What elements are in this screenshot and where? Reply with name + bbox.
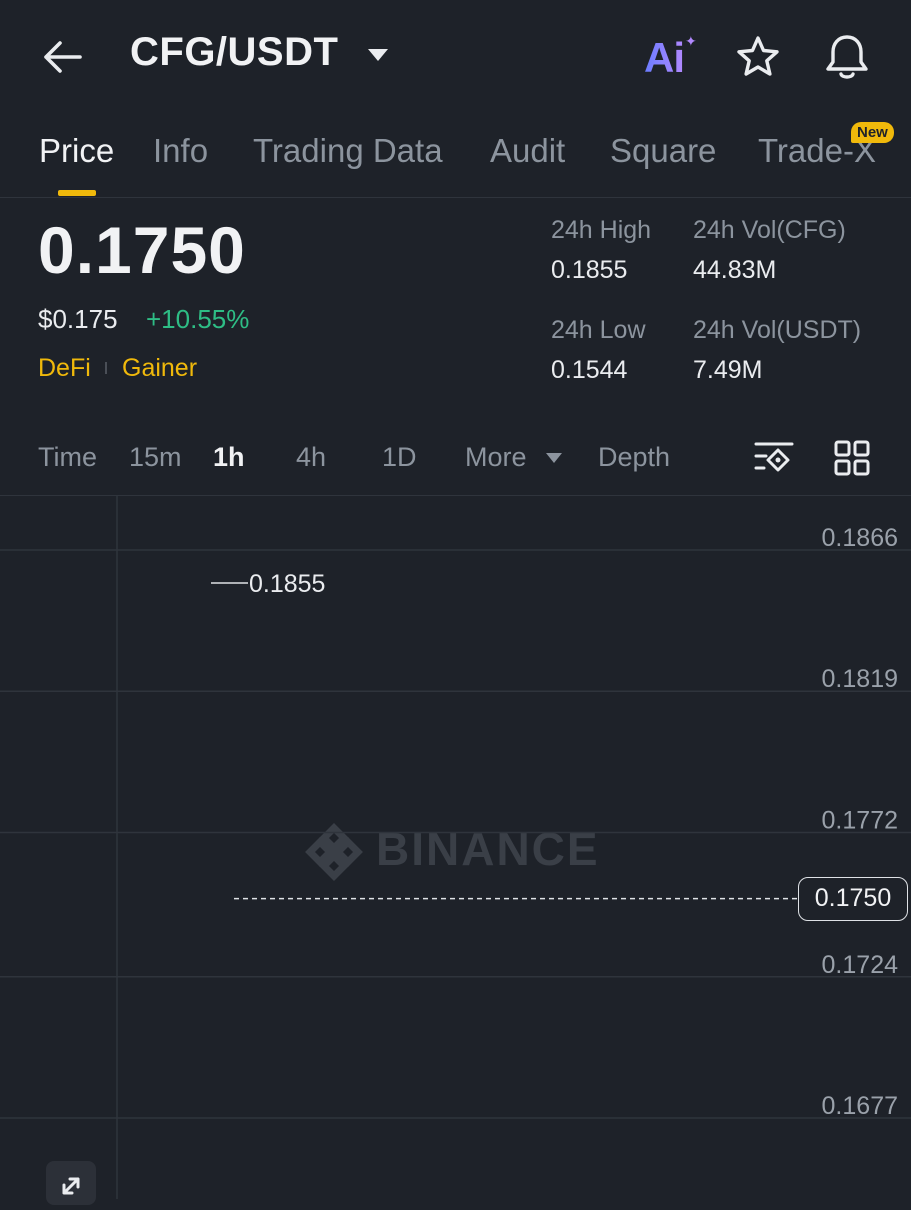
chevron-down-icon[interactable]	[545, 452, 563, 464]
divider	[0, 197, 911, 198]
tab-info[interactable]: Info	[153, 132, 208, 170]
tab-active-indicator	[58, 190, 96, 196]
interval-time[interactable]: Time	[38, 442, 97, 473]
tab-trading-data[interactable]: Trading Data	[253, 132, 443, 170]
y-axis-tick-label: 0.1724	[822, 951, 899, 979]
y-axis-tick-label: 0.1819	[822, 665, 898, 693]
indicator-settings-icon[interactable]	[754, 440, 794, 476]
expand-icon	[62, 1177, 80, 1195]
grid-layout-icon[interactable]	[834, 440, 870, 476]
stat-24h-high-value: 0.1855	[551, 256, 628, 284]
y-axis-tick-label: 0.1677	[822, 1092, 898, 1120]
tab-square[interactable]: Square	[610, 132, 716, 170]
stat-24h-low-value: 0.1544	[551, 356, 628, 384]
interval-1d[interactable]: 1D	[382, 442, 417, 473]
bell-notification-icon[interactable]	[822, 32, 872, 82]
high-marker-label: 0.1855	[249, 570, 325, 598]
price-change-percent: +10.55%	[146, 304, 250, 334]
expand-chart-button[interactable]	[46, 1161, 96, 1205]
current-price-tag: 0.1750	[798, 876, 908, 921]
stat-24h-vol-base-value: 44.83M	[693, 256, 777, 284]
tag-gainer[interactable]: Gainer	[122, 354, 197, 383]
stat-24h-vol-quote-value: 7.49M	[693, 356, 763, 384]
chevron-down-icon[interactable]	[366, 46, 390, 64]
ai-assistant-icon[interactable]: Ai	[644, 34, 685, 82]
star-favorite-icon[interactable]	[734, 34, 782, 80]
interval-4h[interactable]: 4h	[296, 442, 326, 473]
interval-1h[interactable]: 1h	[213, 442, 245, 473]
tab-audit[interactable]: Audit	[490, 132, 565, 170]
candlestick-chart[interactable]: 0.1866 0.1819 0.1772 0.1724 0.1677 0.1855	[0, 496, 911, 1199]
stat-24h-high-label: 24h High	[551, 216, 652, 244]
interval-15m[interactable]: 15m	[129, 442, 182, 473]
pair-title[interactable]: CFG/USDT	[130, 30, 338, 75]
stat-24h-low-label: 24h Low	[551, 316, 646, 344]
interval-depth[interactable]: Depth	[598, 442, 670, 473]
tag-separator	[105, 362, 107, 374]
stat-24h-vol-base-label: 24h Vol(CFG)	[693, 216, 846, 244]
stat-24h-vol-quote-label: 24h Vol(USDT)	[693, 316, 862, 344]
new-badge: New	[851, 122, 894, 143]
last-price: 0.1750	[38, 213, 246, 287]
back-arrow-icon[interactable]	[40, 34, 86, 80]
sparkle-icon: ✦	[685, 33, 697, 49]
interval-more[interactable]: More	[465, 442, 527, 473]
usd-price: $0.175	[38, 304, 118, 334]
y-axis-tick-label: 0.1866	[822, 524, 898, 552]
y-axis-tick-label: 0.1772	[822, 806, 898, 834]
tab-price[interactable]: Price	[39, 132, 114, 170]
tag-defi[interactable]: DeFi	[38, 354, 91, 383]
